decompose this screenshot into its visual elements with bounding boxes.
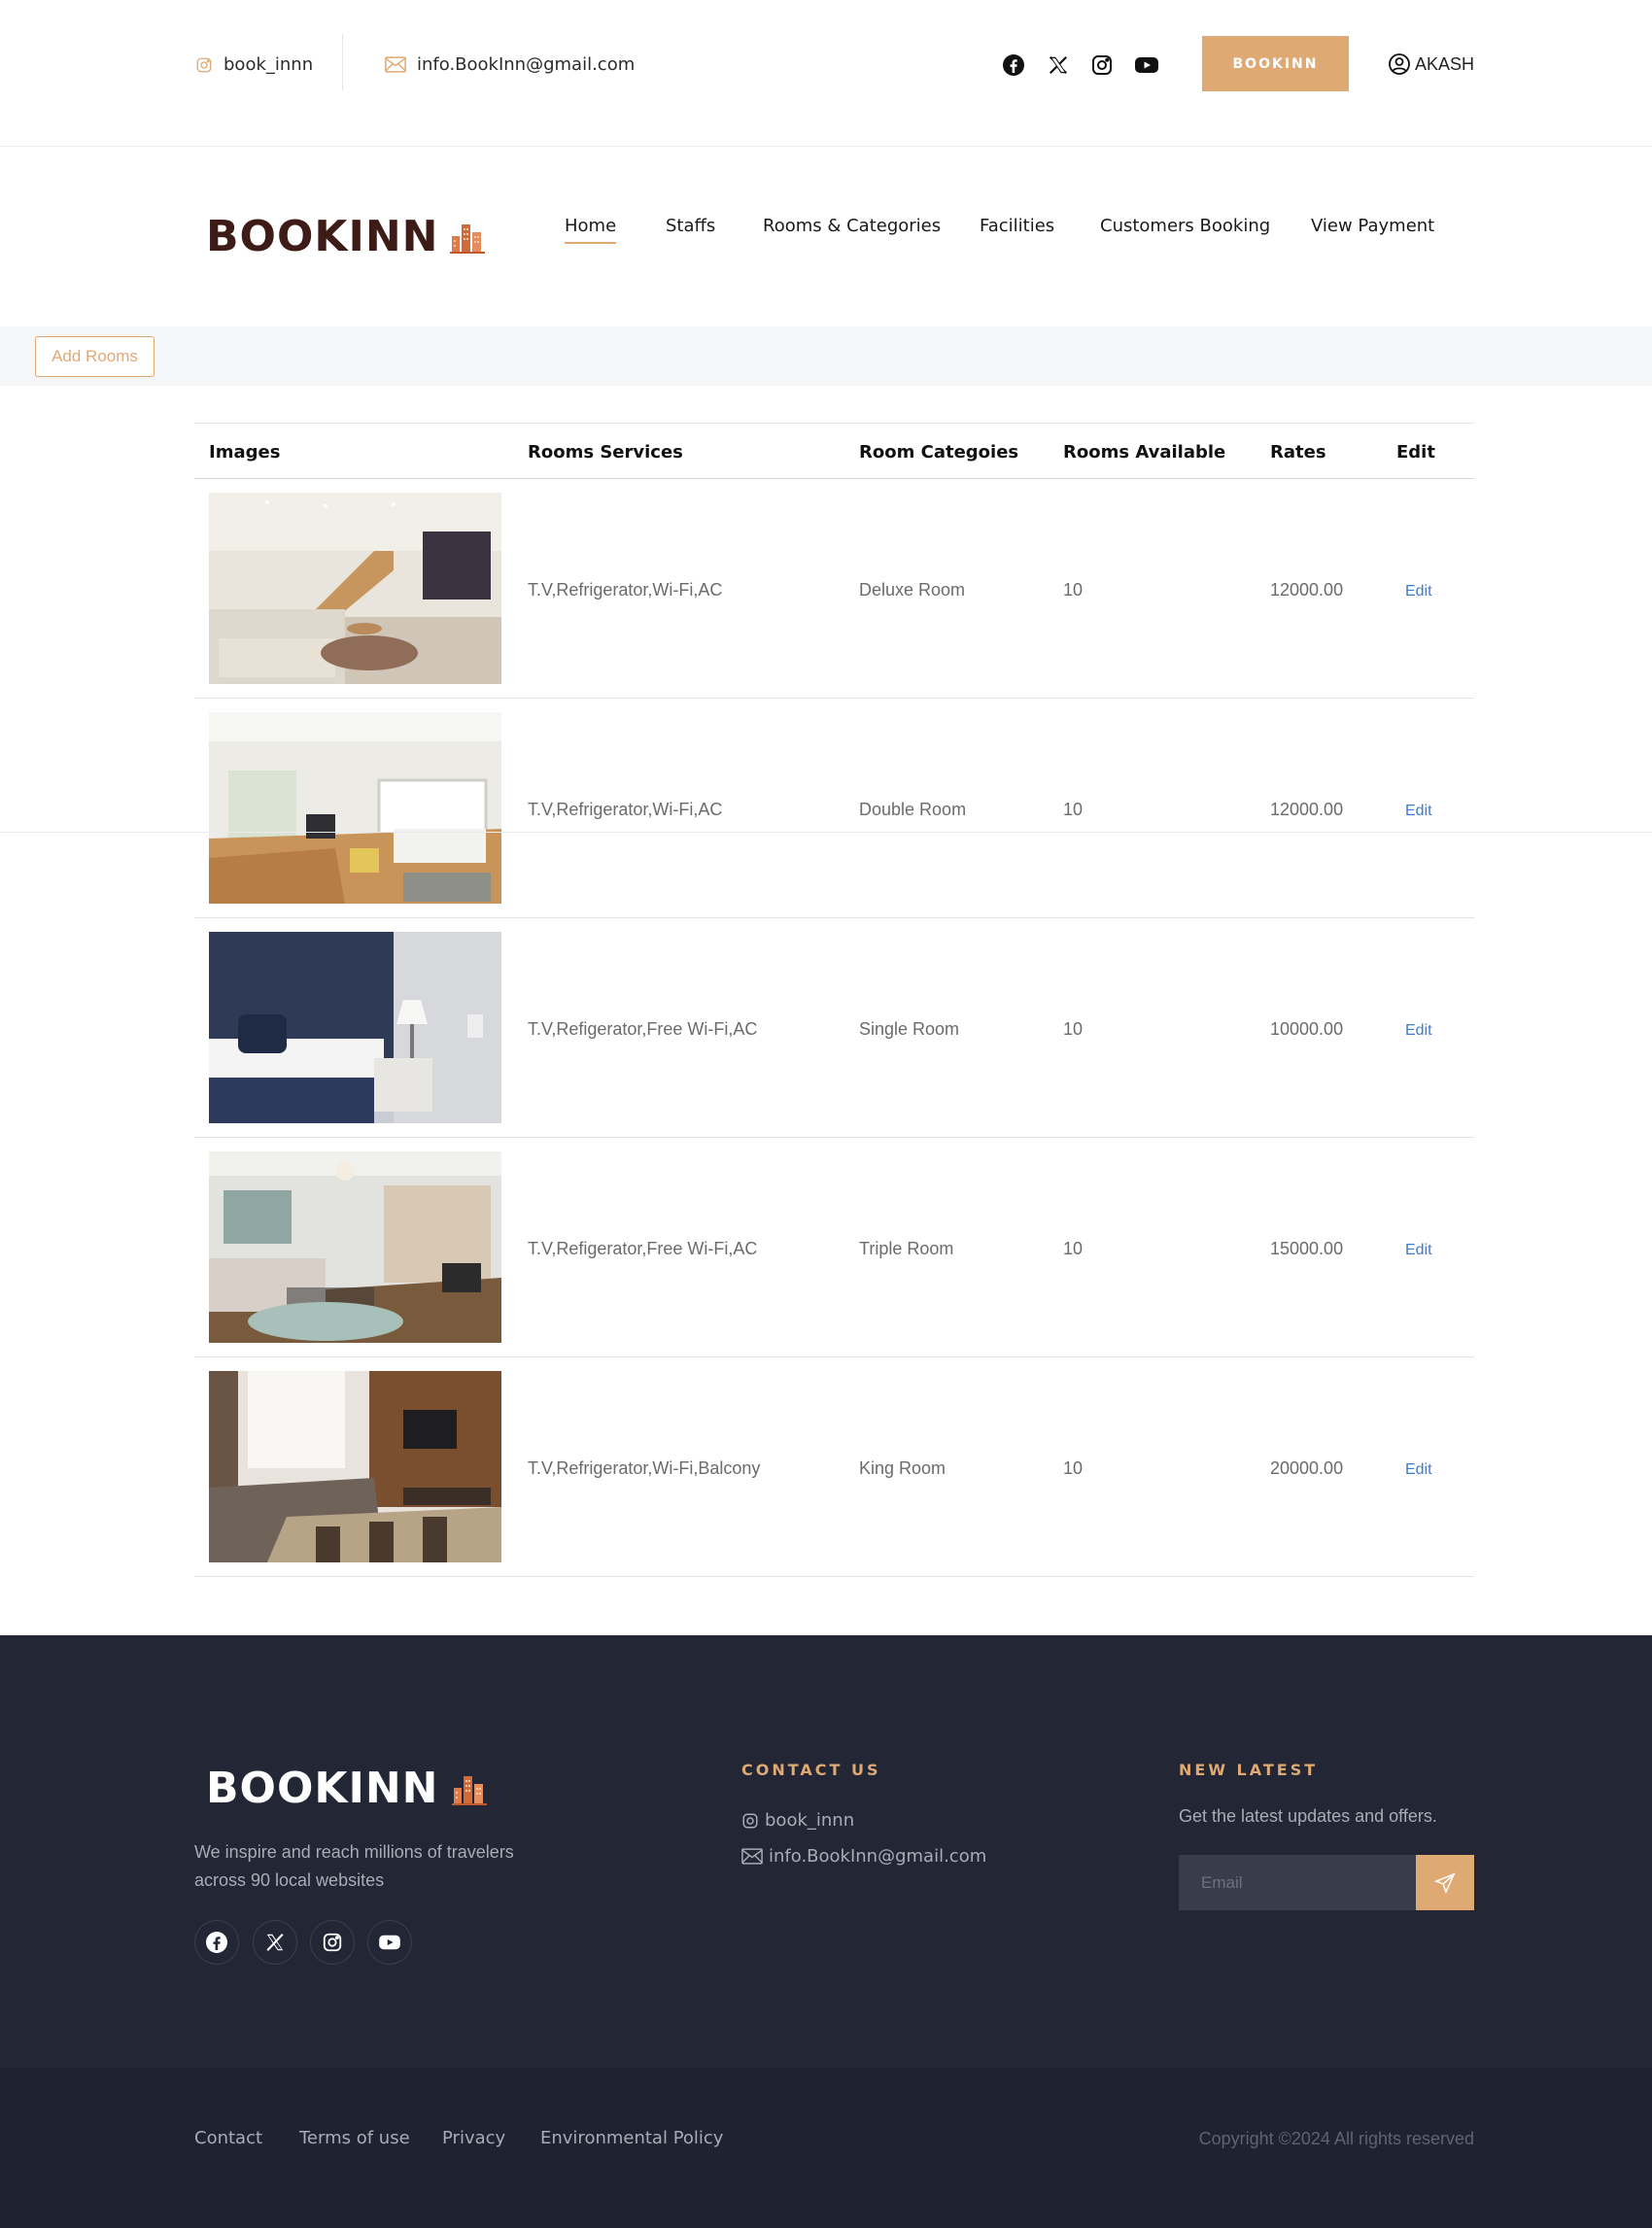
action-band: [0, 326, 1652, 386]
room-image: [209, 1151, 501, 1343]
cell-services: T.V,Refrigerator,Wi-Fi,AC: [528, 580, 723, 600]
nav-rooms-categories[interactable]: Rooms & Categories: [763, 216, 941, 242]
header-edit: Edit: [1396, 442, 1435, 463]
table-row: T.V,Refrigerator,Wi-Fi,Balcony King Room…: [194, 1357, 1474, 1577]
nav-view-payment[interactable]: View Payment: [1311, 216, 1434, 242]
footer-link-environmental[interactable]: Environmental Policy: [540, 2128, 723, 2148]
cell-category: Triple Room: [859, 1239, 954, 1258]
x-icon[interactable]: [1046, 52, 1071, 78]
header-services: Rooms Services: [528, 442, 683, 463]
cell-available: 10: [1063, 1239, 1084, 1258]
copyright: Copyright ©2024 All rights reserved: [1198, 2129, 1474, 2148]
mail-icon: [741, 1848, 763, 1865]
youtube-icon[interactable]: [367, 1920, 412, 1965]
edit-link[interactable]: Edit: [1405, 803, 1432, 820]
edit-link[interactable]: Edit: [1405, 583, 1432, 600]
header-available: Rooms Available: [1063, 442, 1226, 463]
cell-rate: 15000.00: [1270, 1239, 1344, 1258]
nav-home[interactable]: Home: [565, 216, 617, 244]
edit-link[interactable]: Edit: [1405, 1022, 1432, 1040]
contact-instagram-text: book_innn: [765, 1810, 855, 1831]
cell-category: Single Room: [859, 1019, 960, 1039]
room-image: [209, 712, 501, 904]
contact-instagram[interactable]: book_innn: [741, 1810, 854, 1831]
logo-text: BOOKINN: [206, 212, 439, 261]
nav-customers-booking[interactable]: Customers Booking: [1100, 216, 1270, 242]
top-email-text: info.BookInn@gmail.com: [417, 54, 636, 75]
table-header: Images Rooms Services Room Categoies Roo…: [194, 423, 1474, 479]
room-image: [209, 493, 501, 684]
contact-email-text: info.BookInn@gmail.com: [769, 1846, 987, 1867]
x-icon[interactable]: [253, 1920, 297, 1965]
mail-icon: [384, 55, 407, 75]
contact-heading: CONTACT US: [741, 1761, 881, 1779]
cell-category: Deluxe Room: [859, 580, 966, 600]
footer-description: We inspire and reach millions of travele…: [194, 1842, 514, 1890]
facebook-icon[interactable]: [1001, 52, 1026, 78]
cell-available: 10: [1063, 1019, 1084, 1039]
user-menu[interactable]: AKASH: [1388, 52, 1474, 76]
top-instagram-handle: book_innn: [224, 54, 314, 75]
cell-rate: 12000.00: [1270, 580, 1344, 600]
cell-available: 10: [1063, 580, 1084, 600]
building-icon: [452, 1772, 488, 1805]
footer-link-terms[interactable]: Terms of use: [299, 2128, 410, 2148]
cell-services: T.V,Refrigerator,Wi-Fi,Balcony: [528, 1458, 761, 1478]
room-image: [209, 1371, 501, 1562]
cell-rate: 10000.00: [1270, 1019, 1344, 1039]
room-image: [209, 932, 501, 1123]
facebook-icon[interactable]: [194, 1920, 239, 1965]
brand-logo[interactable]: BOOKINN: [206, 212, 486, 261]
topbar-divider: [342, 34, 343, 90]
cell-available: 10: [1063, 1458, 1084, 1478]
latest-heading: NEW LATEST: [1179, 1761, 1319, 1779]
cell-rate: 20000.00: [1270, 1458, 1344, 1478]
user-name: AKASH: [1415, 53, 1475, 74]
table-row: T.V,Refigerator,Free Wi-Fi,AC Single Roo…: [194, 918, 1474, 1138]
contact-email[interactable]: info.BookInn@gmail.com: [741, 1846, 986, 1867]
cell-services: T.V,Refigerator,Free Wi-Fi,AC: [528, 1239, 758, 1258]
send-icon: [1434, 1871, 1456, 1894]
table-row: T.V,Refigerator,Free Wi-Fi,AC Triple Roo…: [194, 1138, 1474, 1357]
top-instagram[interactable]: book_innn: [194, 54, 313, 75]
latest-text: Get the latest updates and offers.: [1179, 1806, 1437, 1826]
building-icon: [450, 221, 486, 254]
header-rates: Rates: [1270, 442, 1326, 463]
user-icon: [1388, 52, 1411, 76]
instagram-icon[interactable]: [310, 1920, 355, 1965]
divider-line: [0, 832, 1652, 833]
nav-staffs[interactable]: Staffs: [666, 216, 715, 242]
cell-available: 10: [1063, 800, 1084, 819]
rooms-table: Images Rooms Services Room Categoies Roo…: [194, 423, 1474, 1577]
newsletter-email-input[interactable]: Email: [1179, 1855, 1416, 1910]
instagram-icon[interactable]: [1089, 52, 1115, 78]
footer-link-privacy[interactable]: Privacy: [442, 2128, 505, 2148]
table-row: T.V,Refrigerator,Wi-Fi,AC Double Room 10…: [194, 699, 1474, 918]
top-email[interactable]: info.BookInn@gmail.com: [384, 54, 635, 75]
cell-category: King Room: [859, 1458, 946, 1478]
edit-link[interactable]: Edit: [1405, 1242, 1432, 1259]
nav-facilities[interactable]: Facilities: [980, 216, 1054, 242]
add-rooms-button[interactable]: Add Rooms: [35, 336, 155, 377]
youtube-icon[interactable]: [1134, 52, 1159, 78]
instagram-icon: [741, 1812, 759, 1830]
header-images: Images: [209, 442, 281, 463]
newsletter-send-button[interactable]: [1416, 1855, 1474, 1910]
edit-link[interactable]: Edit: [1405, 1461, 1432, 1479]
footer-logo[interactable]: BOOKINN: [206, 1764, 488, 1813]
instagram-icon: [194, 55, 214, 75]
cell-services: T.V,Refrigerator,Wi-Fi,AC: [528, 800, 723, 819]
footer-logo-text: BOOKINN: [206, 1764, 439, 1813]
bookinn-button[interactable]: BOOKINN: [1202, 36, 1349, 91]
header-category: Room Categoies: [859, 442, 1019, 463]
cell-rate: 12000.00: [1270, 800, 1344, 819]
table-row: T.V,Refrigerator,Wi-Fi,AC Deluxe Room 10…: [194, 479, 1474, 699]
cell-services: T.V,Refigerator,Free Wi-Fi,AC: [528, 1019, 758, 1039]
footer-link-contact[interactable]: Contact: [194, 2128, 262, 2148]
cell-category: Double Room: [859, 800, 967, 819]
